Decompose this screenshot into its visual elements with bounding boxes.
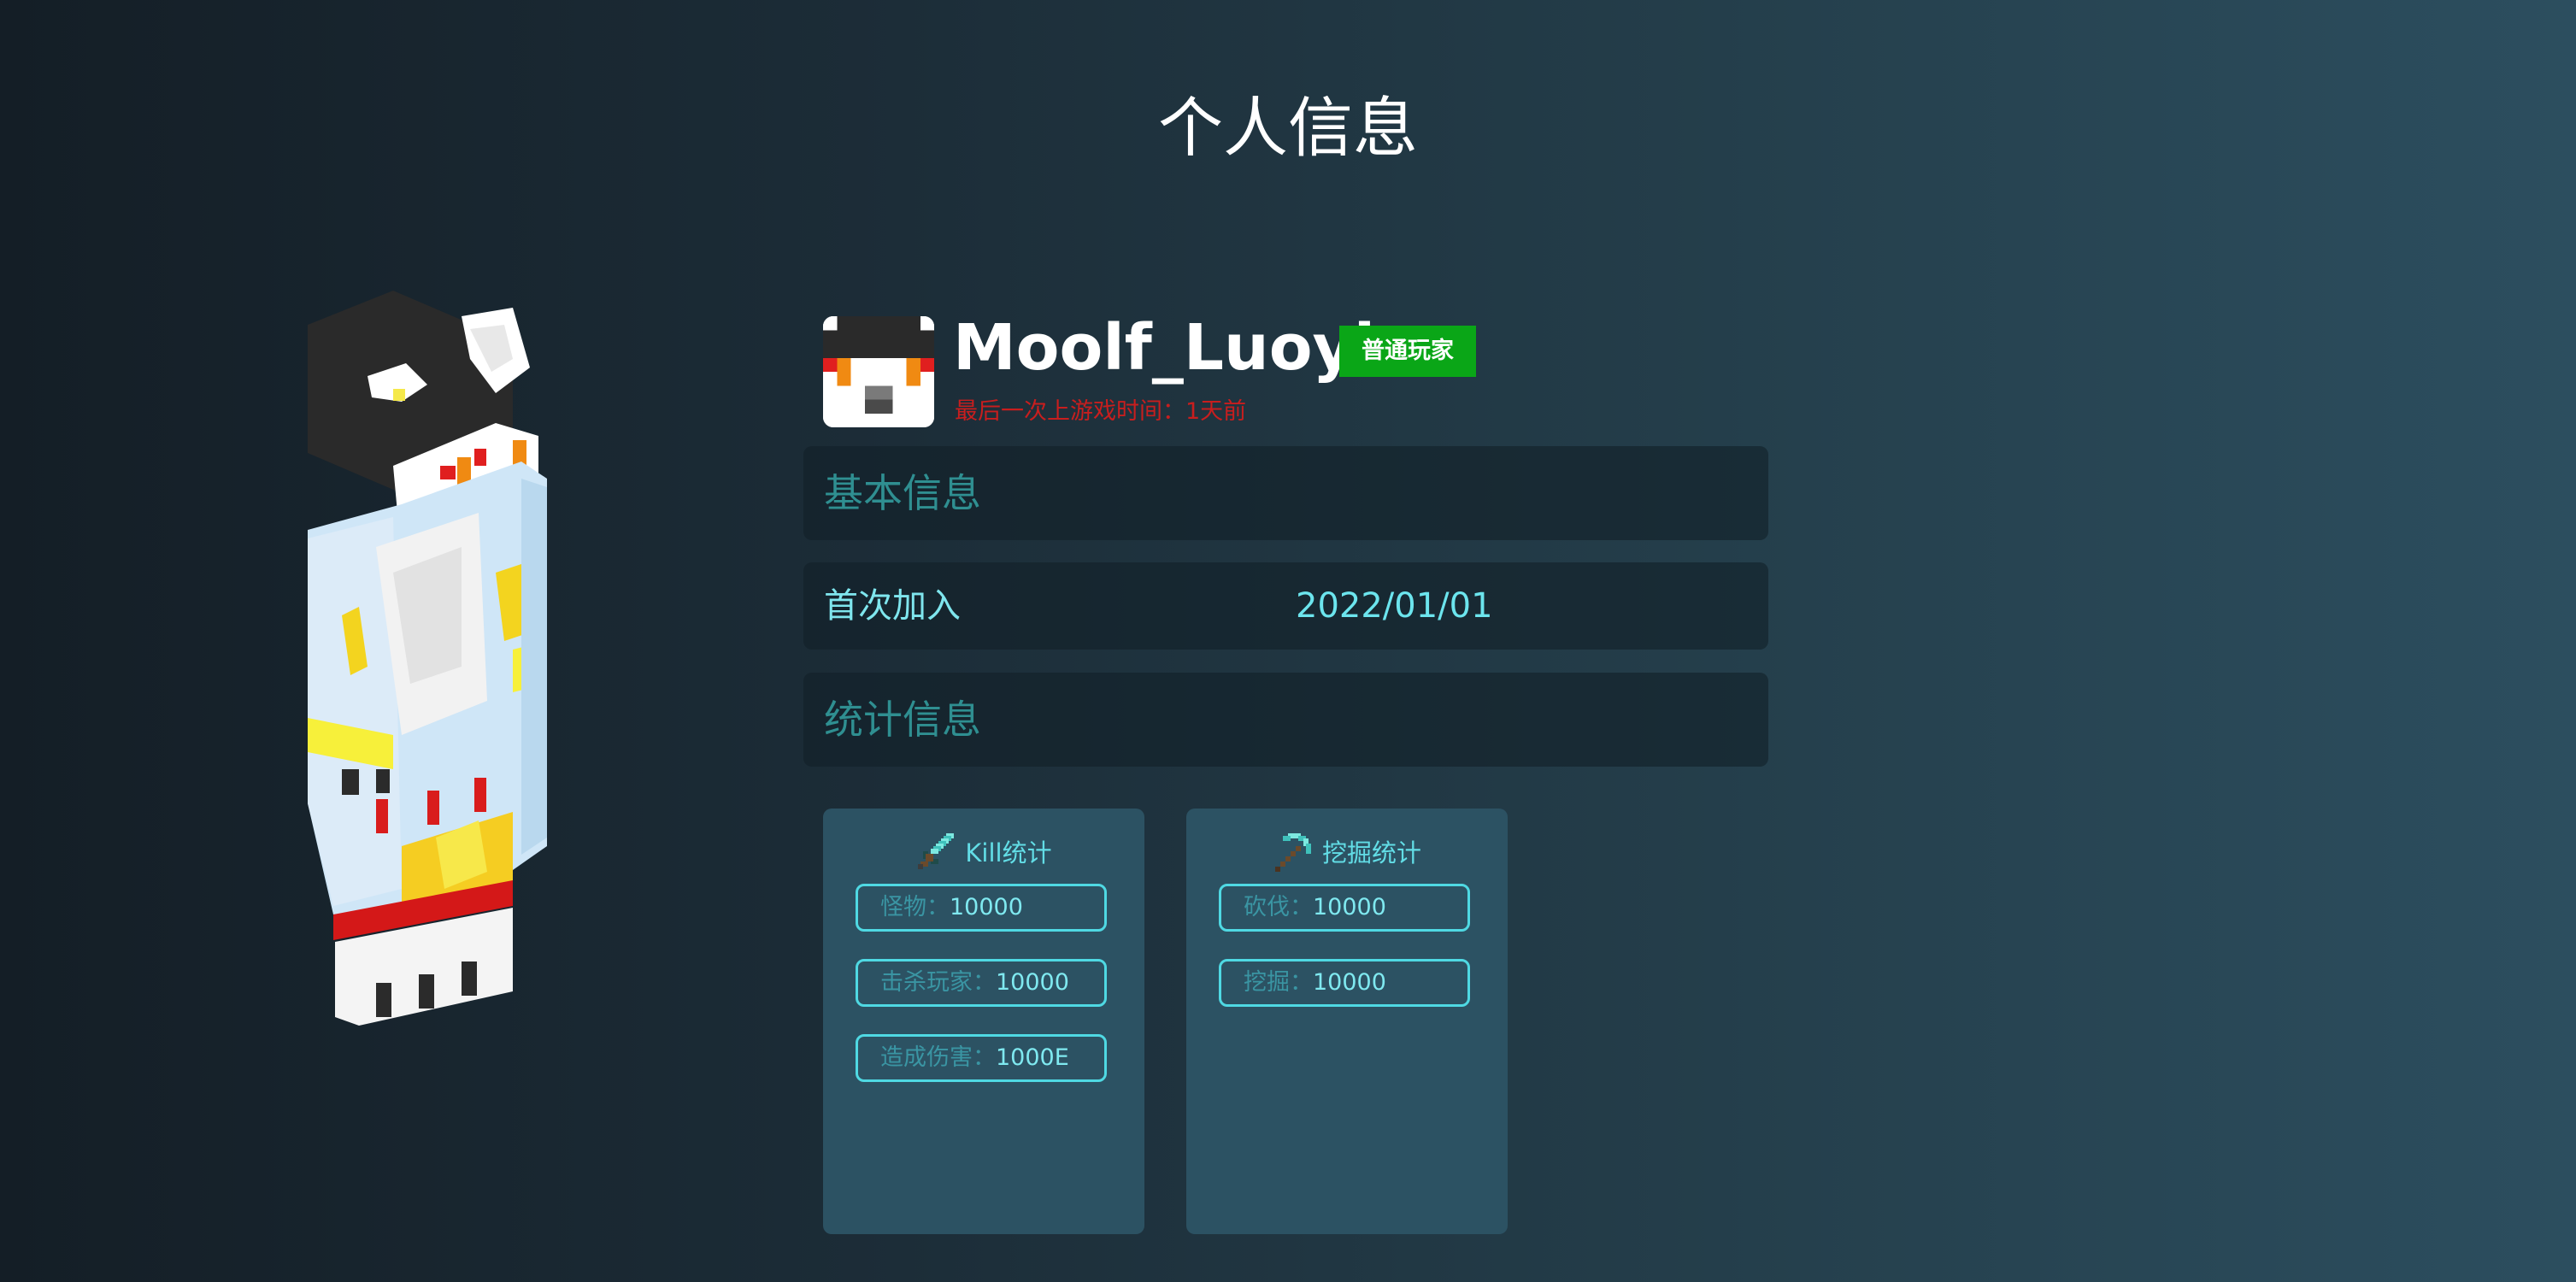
stat-row-damage: 造成伤害：1000E	[856, 1034, 1107, 1082]
kill-stats-card: Kill统计 怪物：10000 击杀玩家：10000 造成伤害：1000E	[823, 809, 1144, 1234]
stat-row-mining: 挖掘：10000	[1219, 959, 1470, 1007]
mining-stats-card: 挖掘统计 砍伐：10000 挖掘：10000	[1186, 809, 1508, 1234]
kill-stats-title: Kill统计	[965, 838, 1052, 867]
stat-label: 击杀玩家：	[880, 969, 996, 996]
stat-row-logging: 砍伐：10000	[1219, 884, 1470, 932]
stat-value: 10000	[996, 969, 1069, 996]
mining-stats-title: 挖掘统计	[1321, 838, 1421, 867]
stat-label: 砍伐：	[1244, 894, 1313, 920]
stat-value: 10000	[950, 894, 1023, 920]
first-join-row: 首次加入 2022/01/01	[803, 562, 1768, 650]
basic-info-section: 基本信息	[803, 446, 1768, 540]
player-username: Moolf_Luoyi	[953, 311, 1376, 385]
stat-label: 挖掘：	[1244, 969, 1313, 996]
stat-label: 怪物：	[880, 894, 950, 920]
diamond-sword-icon	[918, 833, 955, 869]
first-join-value: 2022/01/01	[1296, 586, 1493, 626]
first-join-label: 首次加入	[824, 586, 961, 626]
last-seen-text: 最后一次上游戏时间：1天前	[955, 398, 1247, 425]
stat-row-monsters: 怪物：10000	[856, 884, 1107, 932]
stat-label: 造成伤害：	[880, 1044, 996, 1071]
stats-info-heading: 统计信息	[824, 697, 981, 743]
basic-info-heading: 基本信息	[824, 470, 981, 516]
mining-stats-header: 挖掘统计	[1186, 827, 1508, 875]
player-skin-render	[308, 291, 547, 1026]
stats-info-section: 统计信息	[803, 673, 1768, 767]
stat-value: 1000E	[996, 1044, 1069, 1071]
stat-row-player-kills: 击杀玩家：10000	[856, 959, 1107, 1007]
diamond-pickaxe-icon	[1274, 833, 1311, 872]
stat-value: 10000	[1313, 969, 1386, 996]
player-avatar	[823, 316, 934, 427]
rank-badge: 普通玩家	[1339, 326, 1476, 377]
kill-stats-header: Kill统计	[823, 827, 1144, 875]
page-title: 个人信息	[1158, 90, 1418, 166]
stat-value: 10000	[1313, 894, 1386, 920]
